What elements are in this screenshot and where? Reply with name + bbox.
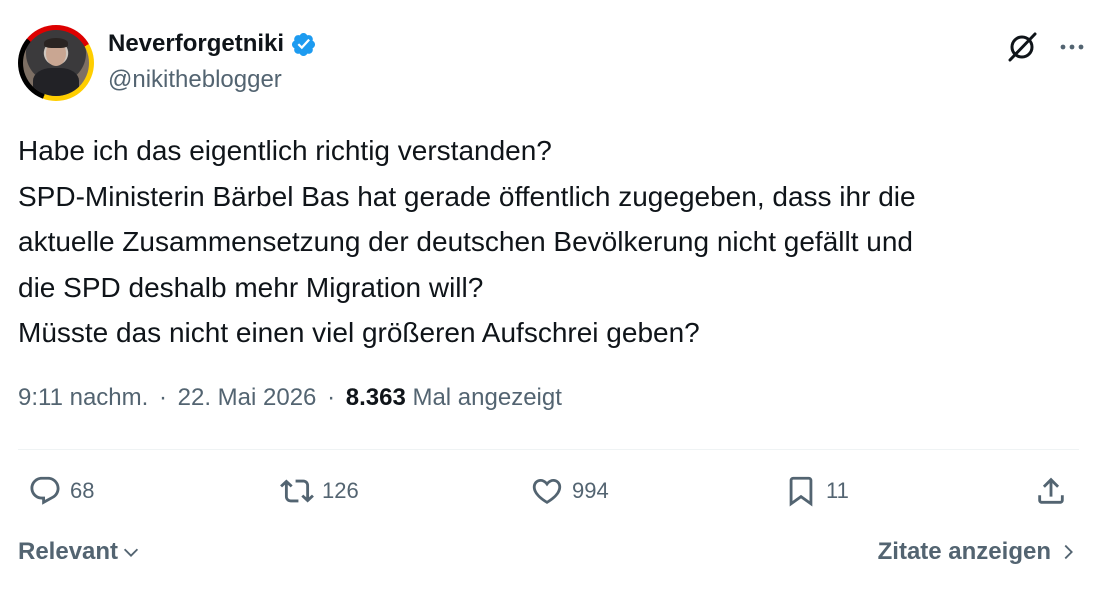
display-name[interactable]: Neverforgetniki bbox=[108, 30, 284, 58]
more-icon[interactable] bbox=[1057, 32, 1087, 62]
tweet-text-line: Müsste das nicht einen viel größeren Auf… bbox=[18, 317, 700, 348]
tweet-text-line: Habe ich das eigentlich richtig verstand… bbox=[18, 135, 552, 166]
verified-badge-icon[interactable] bbox=[290, 31, 317, 58]
tweet-detail: Neverforgetniki @nikitheblogger Habe ich… bbox=[0, 0, 1109, 590]
sort-relevant-dropdown[interactable]: Relevant bbox=[18, 538, 142, 566]
avatar-hair bbox=[44, 38, 68, 48]
tweet-date[interactable]: 22. Mai 2026 bbox=[178, 384, 317, 411]
avatar[interactable] bbox=[18, 25, 94, 101]
tweet-meta: 9:11 nachm. · 22. Mai 2026 · 8.363 Mal a… bbox=[18, 384, 562, 412]
grok-icon[interactable] bbox=[1005, 30, 1039, 64]
reply-icon bbox=[30, 476, 60, 505]
tweet-actions: 68 126 994 11 bbox=[18, 474, 1081, 518]
sort-label: Relevant bbox=[18, 538, 119, 565]
meta-separator: · bbox=[152, 384, 174, 411]
bookmark-count: 11 bbox=[826, 478, 849, 503]
like-count: 994 bbox=[572, 478, 609, 503]
retweet-icon bbox=[280, 479, 314, 503]
author-names: Neverforgetniki @nikitheblogger bbox=[108, 28, 317, 94]
tweet-text-line: aktuelle Zusammensetzung der deutschen B… bbox=[18, 226, 913, 257]
tweet-time[interactable]: 9:11 nachm. bbox=[18, 384, 148, 411]
tweet-text-line: SPD-Ministerin Bärbel Bas hat gerade öff… bbox=[18, 180, 916, 212]
tweet-header: Neverforgetniki @nikitheblogger bbox=[18, 22, 1087, 104]
heart-icon bbox=[532, 478, 562, 504]
divider bbox=[18, 449, 1079, 450]
views-label: Mal angezeigt bbox=[412, 384, 562, 411]
display-name-row: Neverforgetniki bbox=[108, 28, 317, 60]
retweet-button[interactable]: 126 bbox=[280, 474, 359, 508]
reply-count: 68 bbox=[70, 478, 95, 503]
chevron-down-icon bbox=[123, 548, 139, 557]
reply-button[interactable]: 68 bbox=[28, 474, 94, 508]
view-quotes-link[interactable]: Zitate anzeigen bbox=[878, 538, 1079, 566]
share-icon bbox=[1038, 477, 1064, 504]
author-handle[interactable]: @nikitheblogger bbox=[108, 66, 317, 94]
tweet-text-line: die SPD deshalb mehr Migration will? bbox=[18, 271, 484, 303]
avatar-body bbox=[33, 68, 79, 96]
tweet-footer: Relevant Zitate anzeigen bbox=[18, 538, 1079, 574]
quotes-label: Zitate anzeigen bbox=[877, 538, 1051, 565]
avatar-photo bbox=[23, 30, 89, 96]
retweet-count: 126 bbox=[322, 478, 359, 503]
chevron-right-icon bbox=[1064, 544, 1073, 560]
views-count[interactable]: 8.363 bbox=[346, 384, 406, 411]
bookmark-icon bbox=[789, 476, 813, 507]
share-button[interactable] bbox=[1034, 474, 1068, 508]
meta-separator: · bbox=[320, 384, 342, 411]
header-actions bbox=[1005, 30, 1087, 64]
tweet-text: Habe ich das eigentlich richtig verstand… bbox=[18, 128, 1088, 356]
bookmark-button[interactable]: 11 bbox=[784, 474, 849, 508]
like-button[interactable]: 994 bbox=[530, 474, 609, 508]
